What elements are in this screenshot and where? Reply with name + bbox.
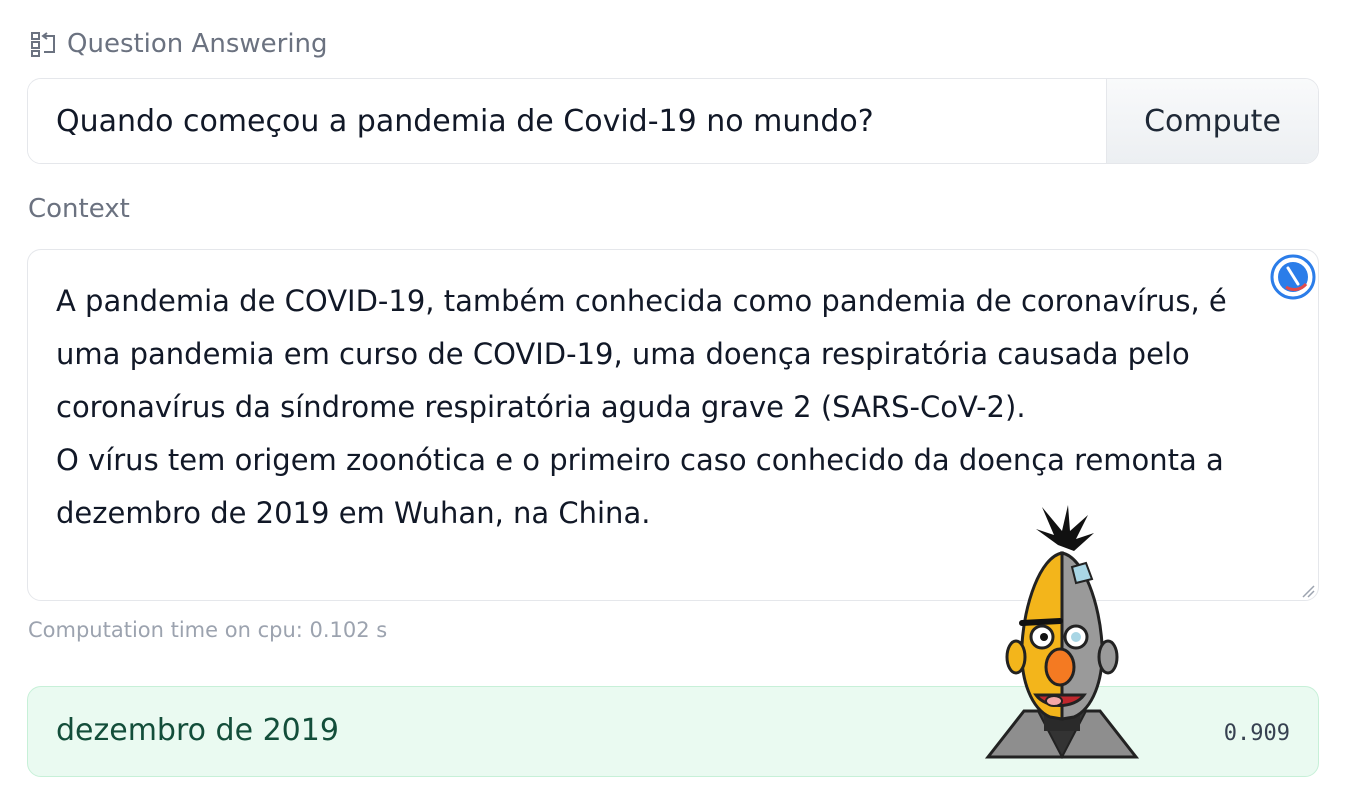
compute-button[interactable]: Compute (1106, 79, 1318, 163)
answer-score: 0.909 (1223, 721, 1290, 746)
task-header: Question Answering (29, 27, 328, 61)
question-input[interactable] (28, 79, 1106, 163)
resize-handle[interactable] (1301, 583, 1315, 598)
grammarly-icon[interactable] (1270, 254, 1316, 300)
bert-mascot-icon (984, 505, 1140, 767)
answer-text: dezembro de 2019 (56, 713, 339, 748)
context-text: A pandemia de COVID-19, também conhecida… (56, 284, 1227, 530)
computation-time: Computation time on cpu: 0.102 s (28, 618, 388, 642)
question-form: Compute (27, 78, 1319, 164)
task-label: Question Answering (67, 29, 328, 59)
question-answering-icon (29, 29, 59, 59)
context-label: Context (28, 194, 130, 224)
